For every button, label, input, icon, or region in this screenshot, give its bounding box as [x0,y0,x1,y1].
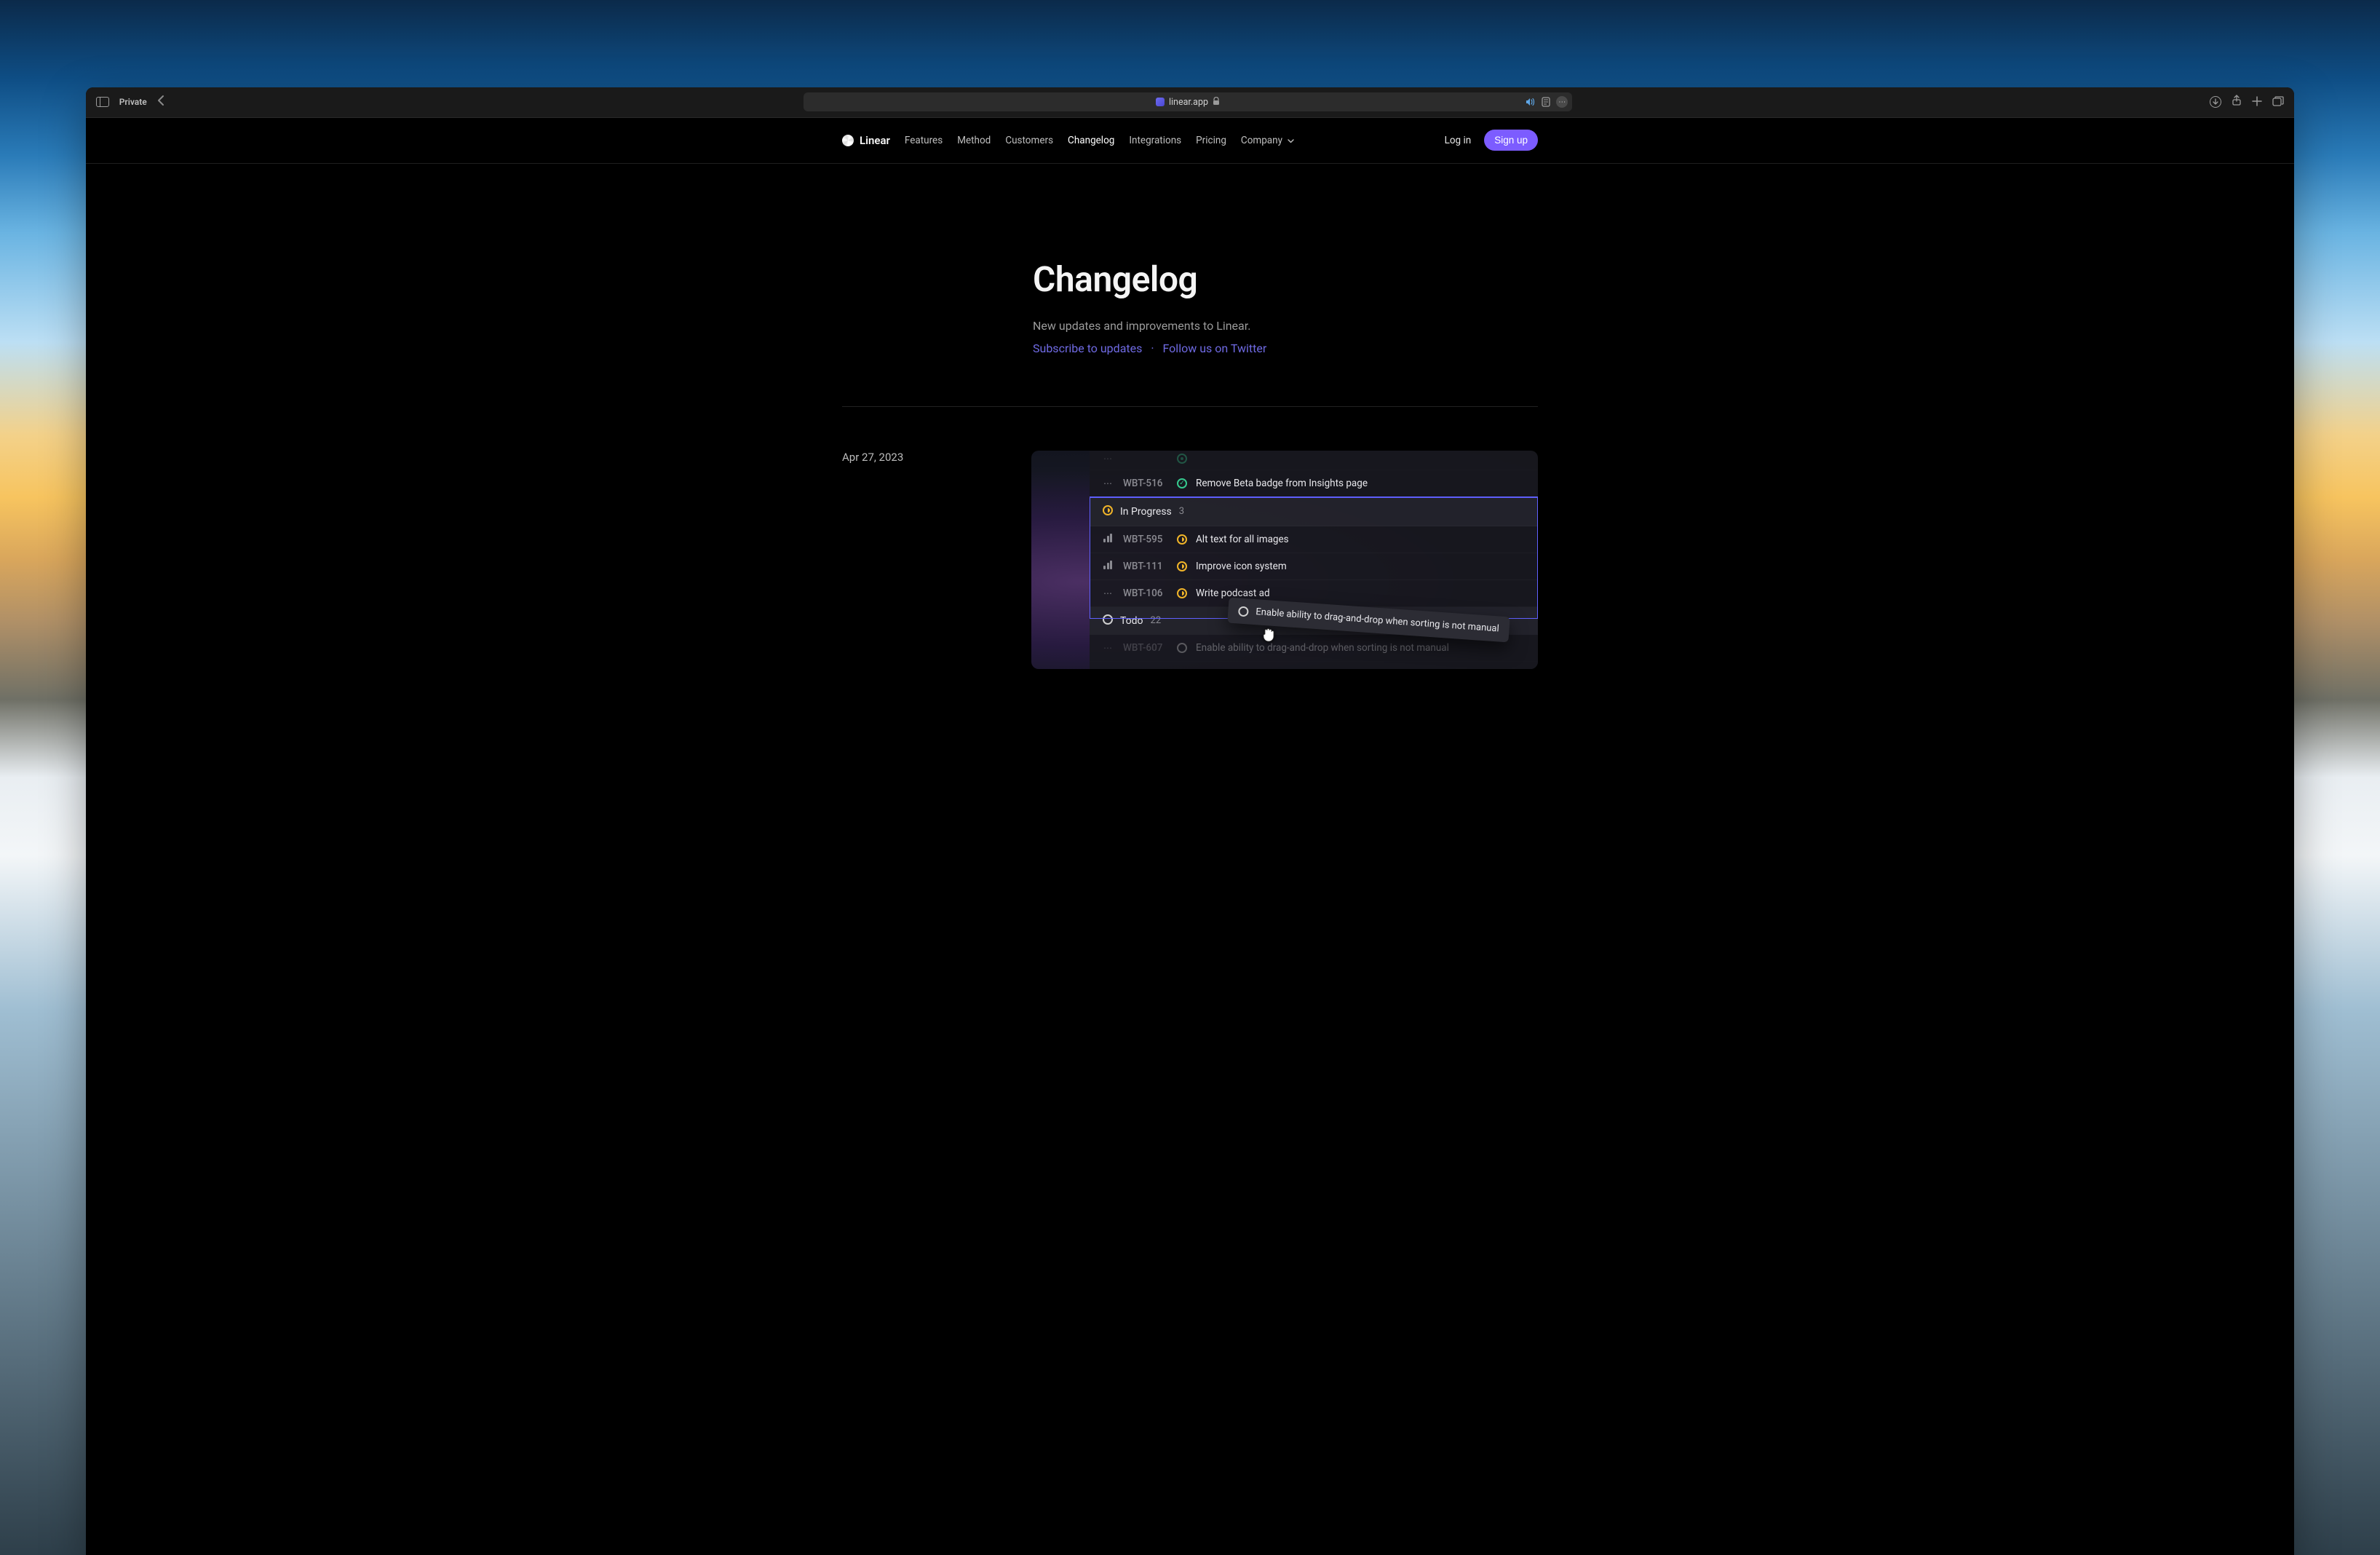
browser-toolbar: Private linear.app [86,87,2295,118]
hero-section: Changelog New updates and improvements t… [842,164,1538,406]
sidebar-toggle-icon[interactable] [96,97,109,107]
site-favicon-icon [1156,98,1165,106]
tab-overview-icon[interactable] [2272,95,2284,109]
drag-handle-icon: ⋯ [1103,478,1114,488]
desktop-background: Private linear.app [0,0,2380,1555]
audio-icon[interactable] [1526,98,1536,106]
status-todo-icon [1238,606,1249,617]
separator-dot: · [1151,341,1154,355]
issue-row: WBT-111 Improve icon system [1090,553,1538,580]
issue-id: WBT-111 [1123,561,1168,572]
linear-logo-icon [842,135,854,146]
issue-row: WBT-595 Alt text for all images [1090,526,1538,553]
drag-handle-icon: ⋯ [1103,588,1114,598]
browser-window: Private linear.app [86,87,2295,1555]
entry-screenshot: ⋯ ⋯ WBT-516 Remove Beta badge from Insig… [1031,451,1538,669]
twitter-link[interactable]: Follow us on Twitter [1163,341,1267,355]
brand-name: Linear [860,134,890,147]
reader-mode-icon[interactable] [1542,97,1550,107]
nav-company[interactable]: Company [1241,135,1294,146]
issue-id: WBT-607 [1123,642,1168,654]
issue-title: Enable ability to drag-and-drop when sor… [1196,642,1449,654]
status-done-icon [1177,478,1187,488]
chevron-down-icon [1288,138,1294,146]
nav-company-label: Company [1241,135,1282,146]
priority-icon [1103,561,1114,571]
entry-date: Apr 27, 2023 [842,451,1002,464]
group-count: 3 [1179,506,1184,517]
status-done-icon [1177,454,1187,464]
nav-features[interactable]: Features [905,135,943,146]
new-tab-icon[interactable] [2252,95,2262,109]
group-label: Todo [1120,615,1143,627]
issue-id: WBT-516 [1123,478,1168,489]
group-header-in-progress: In Progress 3 [1090,497,1538,526]
share-icon[interactable] [2232,95,2242,109]
main-nav: Features Method Customers Changelog Inte… [905,135,1294,146]
priority-icon [1103,534,1114,545]
status-in-progress-icon [1103,505,1113,515]
drag-handle-icon: ⋯ [1103,643,1114,653]
group-count: 22 [1151,615,1162,626]
private-browsing-label: Private [119,97,147,107]
nav-method[interactable]: Method [957,135,991,146]
page-subtitle: New updates and improvements to Linear. [1033,319,1538,333]
nav-integrations[interactable]: Integrations [1129,135,1181,146]
address-bar[interactable]: linear.app ⋯ [804,92,1573,111]
issue-id: WBT-106 [1123,587,1168,599]
brand-logo[interactable]: Linear [842,134,890,147]
issue-title: Remove Beta badge from Insights page [1196,478,1368,489]
status-in-progress-icon [1177,561,1187,571]
status-todo-icon [1177,643,1187,653]
status-todo-icon [1103,614,1113,625]
navigate-back-button[interactable] [157,95,166,109]
subscribe-link[interactable]: Subscribe to updates [1033,341,1142,355]
issue-id: WBT-595 [1123,534,1168,545]
nav-customers[interactable]: Customers [1005,135,1053,146]
signup-button[interactable]: Sign up [1484,130,1538,151]
status-in-progress-icon [1177,534,1187,545]
grab-cursor-icon [1261,625,1277,646]
page-title: Changelog [1033,258,1538,300]
address-url: linear.app [1169,97,1208,108]
changelog-entry: Apr 27, 2023 ⋯ ⋯ WBT-516 [842,407,1538,669]
issue-title: Alt text for all images [1196,534,1289,545]
login-link[interactable]: Log in [1445,135,1472,146]
downloads-icon[interactable] [2210,96,2221,108]
status-in-progress-icon [1177,588,1187,598]
issue-row: ⋯ [1090,451,1538,470]
issue-row: ⋯ WBT-516 Remove Beta badge from Insight… [1090,470,1538,497]
issue-title: Improve icon system [1196,561,1287,572]
page-actions-icon[interactable]: ⋯ [1556,96,1568,108]
site-header: Linear Features Method Customers Changel… [86,118,2295,164]
kanban-panel: ⋯ ⋯ WBT-516 Remove Beta badge from Insig… [1090,451,1538,669]
nav-changelog[interactable]: Changelog [1068,135,1114,146]
drag-handle-icon: ⋯ [1103,454,1114,464]
lock-icon [1213,97,1220,108]
group-label: In Progress [1120,506,1172,518]
nav-pricing[interactable]: Pricing [1196,135,1226,146]
